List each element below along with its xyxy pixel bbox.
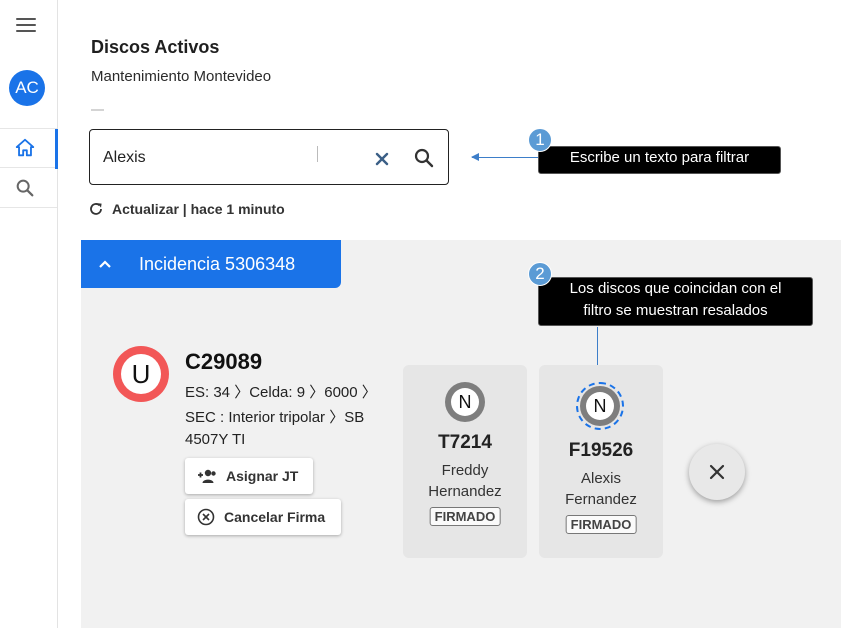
- disk-code: C29089: [185, 349, 263, 374]
- tooltip-text: Los discos que coincidan con el: [569, 280, 782, 297]
- clear-icon[interactable]: [373, 150, 391, 168]
- card-code: T7214: [438, 432, 492, 453]
- tooltip-arrow: [471, 153, 538, 161]
- disk-card-highlighted[interactable]: N F19526 Alexis Fernandez FIRMADO: [539, 365, 663, 558]
- disk-status-letter: U: [121, 354, 161, 394]
- search-field: [89, 129, 449, 185]
- incident-label: Incidencia 5306348: [139, 253, 296, 274]
- card-name: Freddy: [441, 462, 489, 479]
- sidebar: AC: [0, 0, 58, 628]
- tooltip-box: Escribe un texto para filtrar: [538, 146, 781, 174]
- page: AC Discos Activos Mantenimiento Montevid…: [0, 0, 860, 628]
- sidebar-item-home[interactable]: [0, 128, 58, 169]
- card-name: Hernandez: [428, 483, 502, 500]
- search-icon: [16, 179, 34, 196]
- divider: [91, 109, 104, 111]
- close-button[interactable]: [689, 444, 745, 500]
- refresh-label[interactable]: Actualizar | hace 1 minuto: [112, 201, 285, 217]
- tooltip-box: Los discos que coincidan con el filtro s…: [538, 277, 813, 326]
- card-name: Fernandez: [565, 491, 637, 508]
- close-icon: [709, 464, 725, 480]
- disk-state-letter: N: [586, 392, 614, 420]
- cancel-signature-label: Cancelar Firma: [224, 509, 326, 525]
- chevron-up-icon: [99, 260, 111, 268]
- assign-jt-label: Asignar JT: [226, 468, 299, 484]
- disk-state-icon: N: [445, 382, 485, 422]
- tooltip-step-badge: 2: [528, 262, 552, 286]
- status-badge: FIRMADO: [565, 515, 637, 534]
- disk-detail-line: SEC : Interior tripolar 〉SB: [185, 409, 365, 426]
- tooltip-text: filtro se muestran resalados: [583, 302, 768, 319]
- refresh-icon[interactable]: [88, 201, 104, 217]
- disk-detail-line: 4507Y TI: [185, 431, 246, 448]
- assign-jt-button[interactable]: Asignar JT: [185, 458, 313, 494]
- incident-header[interactable]: Incidencia 5306348: [81, 240, 341, 288]
- disk-detail-line: ES: 34 〉Celda: 9 〉6000 〉: [185, 384, 377, 401]
- page-subtitle: Mantenimiento Montevideo: [91, 68, 272, 85]
- tooltip-text: Escribe un texto para filtrar: [569, 149, 750, 166]
- tooltip-step-badge: 1: [528, 128, 552, 152]
- hamburger-menu-icon[interactable]: [14, 14, 38, 36]
- cancel-circle-icon: [197, 508, 215, 526]
- disk-state-letter: N: [451, 388, 479, 416]
- cancel-signature-button[interactable]: Cancelar Firma: [185, 499, 341, 535]
- disk-status-icon: U: [113, 346, 169, 402]
- home-icon: [15, 138, 35, 157]
- text-cursor: [317, 146, 318, 162]
- refresh-row: Actualizar | hace 1 minuto: [88, 201, 285, 217]
- avatar[interactable]: AC: [9, 70, 45, 106]
- card-code: F19526: [568, 440, 634, 461]
- page-title: Discos Activos: [91, 37, 220, 57]
- add-group-icon: [198, 469, 216, 483]
- status-badge: FIRMADO: [429, 507, 501, 526]
- disk-state-icon: N: [580, 386, 620, 426]
- disk-card[interactable]: N T7214 Freddy Hernandez FIRMADO: [403, 365, 527, 558]
- search-submit-icon[interactable]: [412, 146, 436, 170]
- search-input[interactable]: [103, 146, 363, 170]
- sidebar-item-search[interactable]: [0, 168, 57, 208]
- card-name: Alexis: [580, 470, 621, 487]
